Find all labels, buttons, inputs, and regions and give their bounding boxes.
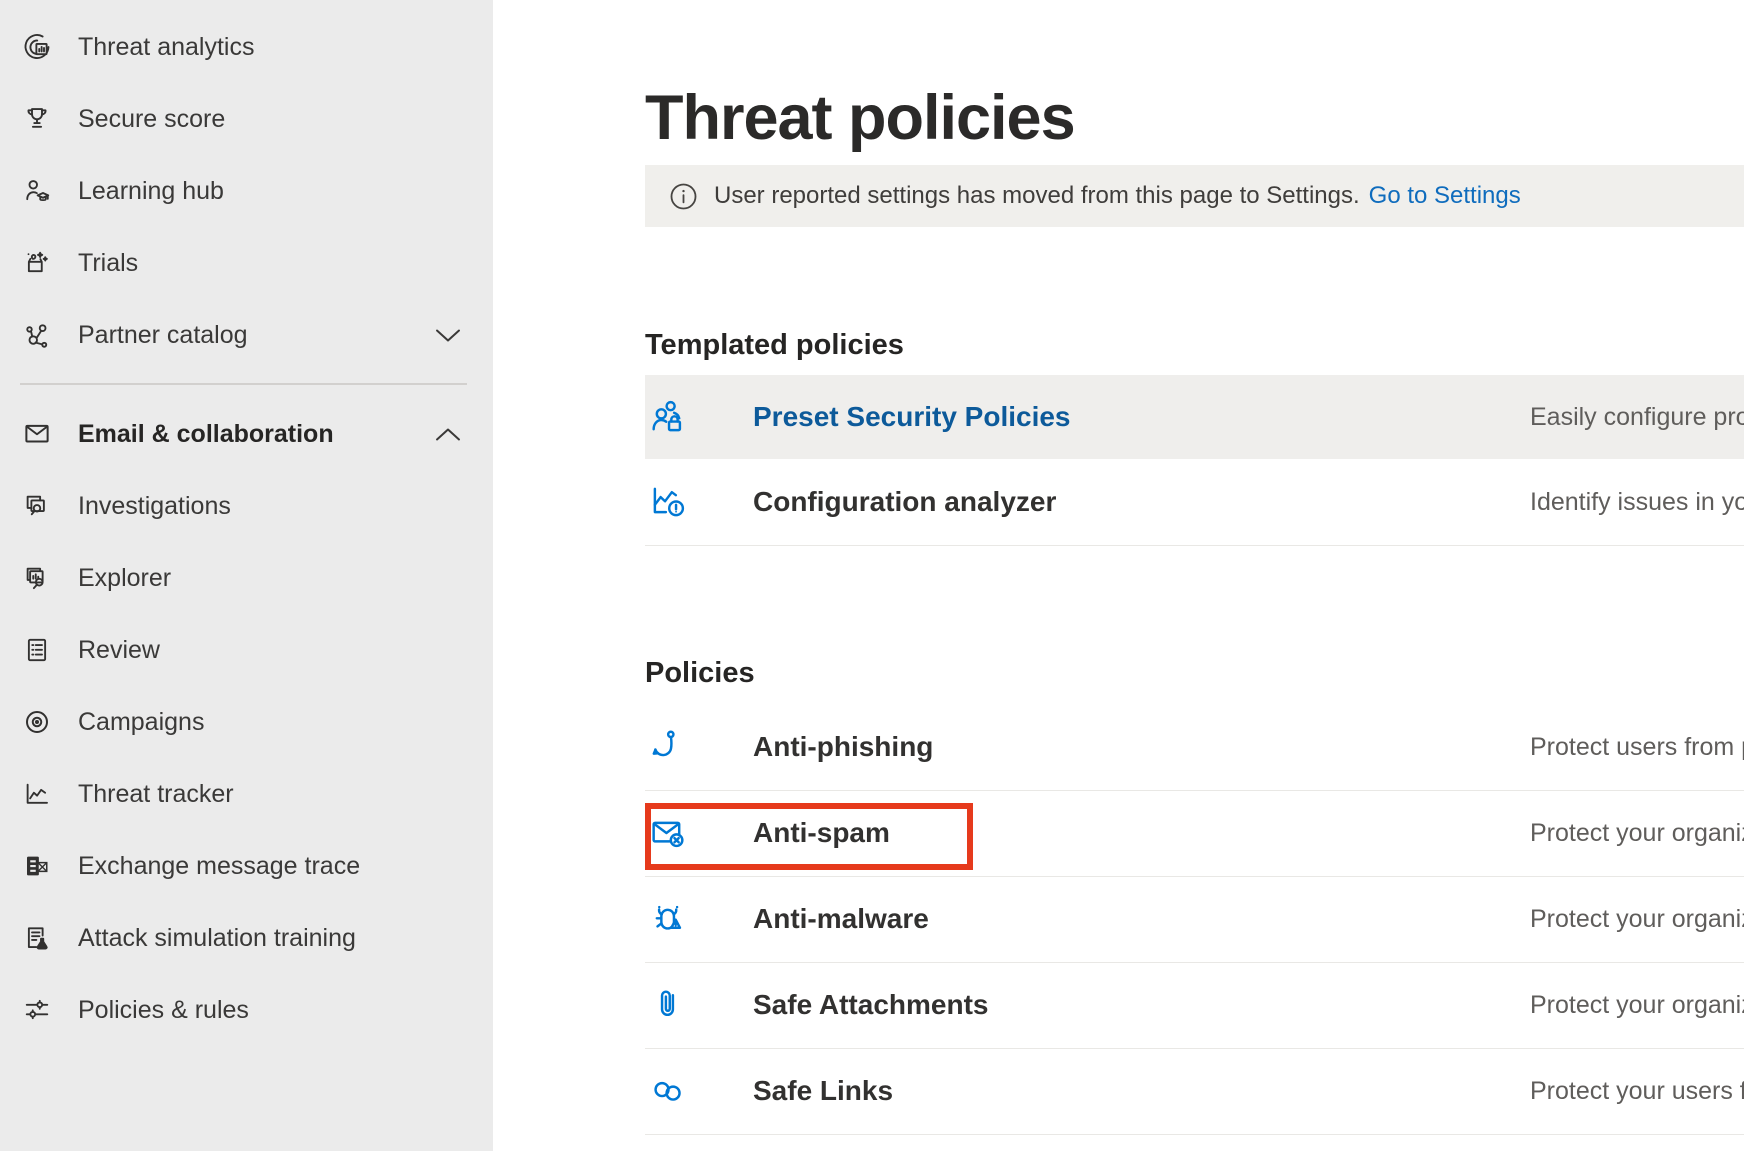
sidebar-item-label: Review [78,636,160,665]
sidebar-item-email-collaboration[interactable]: Email & collaboration [0,398,493,470]
configuration-analyzer-icon [645,481,691,523]
sidebar-item-learning-hub[interactable]: Learning hub [0,155,493,227]
policy-description: Protect your organiz [1530,819,1744,848]
policy-link[interactable]: Preset Security Policies [753,401,1071,433]
threat-policies-page: Threat analytics Secure score [0,0,1744,1151]
page-title: Threat policies [645,84,1075,153]
row-configuration-analyzer[interactable]: Configuration analyzer Identify issues i… [645,459,1744,545]
safe-attachments-icon [645,984,691,1026]
review-list-icon [20,633,54,667]
investigations-icon [20,489,54,523]
sidebar-item-campaigns[interactable]: Campaigns [0,686,493,758]
sidebar-item-label: Threat tracker [78,780,234,809]
sliders-icon [20,993,54,1027]
partner-catalog-icon [20,318,54,352]
sidebar-item-label: Exchange message trace [78,852,360,881]
policy-description: Protect your organiz [1530,905,1744,934]
info-banner: User reported settings has moved from th… [645,165,1744,227]
exchange-icon [20,849,54,883]
sidebar-item-explorer[interactable]: Explorer [0,542,493,614]
policy-label: Anti-malware [753,903,929,935]
policy-description: Easily configure prot [1530,403,1744,432]
row-preset-security-policies[interactable]: Preset Security Policies Easily configur… [645,375,1744,459]
go-to-settings-link[interactable]: Go to Settings [1369,182,1521,210]
sidebar: Threat analytics Secure score [0,0,493,1151]
sidebar-item-label: Secure score [78,105,225,134]
anti-spam-icon [645,812,691,854]
policy-label: Anti-spam [753,817,890,849]
chevron-down-icon [435,328,461,343]
sidebar-list: Threat analytics Secure score [0,0,493,1046]
sidebar-item-label: Learning hub [78,177,224,206]
anti-phishing-icon [645,726,691,768]
explorer-icon [20,561,54,595]
row-anti-spam[interactable]: Anti-spam Protect your organiz [645,790,1744,876]
policy-label: Safe Links [753,1075,893,1107]
sidebar-item-secure-score[interactable]: Secure score [0,83,493,155]
sidebar-item-label: Investigations [78,492,231,521]
sidebar-item-label: Policies & rules [78,996,249,1025]
line-chart-icon [20,777,54,811]
row-safe-attachments[interactable]: Safe Attachments Protect your organiz [645,962,1744,1048]
info-icon [668,181,699,212]
preset-security-policies-icon [645,396,691,438]
row-safe-links[interactable]: Safe Links Protect your users fr [645,1048,1744,1134]
row-divider [645,1134,1744,1135]
sidebar-item-review[interactable]: Review [0,614,493,686]
sidebar-item-label: Partner catalog [78,321,248,350]
policy-label: Anti-phishing [753,731,933,763]
mail-icon [20,417,54,451]
attack-simulation-icon [20,921,54,955]
sidebar-item-attack-simulation-training[interactable]: Attack simulation training [0,902,493,974]
sidebar-item-label: Explorer [78,564,171,593]
sidebar-item-partner-catalog[interactable]: Partner catalog [0,299,493,371]
sidebar-item-trials[interactable]: Trials [0,227,493,299]
sidebar-item-policies-rules[interactable]: Policies & rules [0,974,493,1046]
graduation-person-icon [20,174,54,208]
trophy-icon [20,102,54,136]
trials-box-icon [20,246,54,280]
policies-heading: Policies [645,657,755,690]
banner-message: User reported settings has moved from th… [714,182,1360,210]
sidebar-group-label: Email & collaboration [78,420,334,449]
policy-description: Protect your users fr [1530,1077,1744,1106]
section-divider [645,545,1744,546]
policy-description: Protect users from p [1530,733,1744,762]
policy-label: Configuration analyzer [753,486,1056,518]
sidebar-item-label: Campaigns [78,708,204,737]
threat-analytics-icon [20,30,54,64]
policy-description: Identify issues in you [1530,488,1744,517]
sidebar-item-investigations[interactable]: Investigations [0,470,493,542]
sidebar-item-threat-tracker[interactable]: Threat tracker [0,758,493,830]
sidebar-item-exchange-message-trace[interactable]: Exchange message trace [0,830,493,902]
policy-label: Safe Attachments [753,989,988,1021]
sidebar-item-label: Trials [78,249,138,278]
sidebar-item-label: Threat analytics [78,33,254,62]
row-anti-phishing[interactable]: Anti-phishing Protect users from p [645,704,1744,790]
sidebar-item-label: Attack simulation training [78,924,356,953]
chevron-up-icon [435,427,461,442]
sidebar-item-threat-analytics[interactable]: Threat analytics [0,11,493,83]
safe-links-icon [645,1070,691,1112]
policy-description: Protect your organiz [1530,991,1744,1020]
templated-policies-heading: Templated policies [645,329,904,362]
row-anti-malware[interactable]: Anti-malware Protect your organiz [645,876,1744,962]
sidebar-divider [20,383,467,385]
campaigns-target-icon [20,705,54,739]
anti-malware-icon [645,898,691,940]
